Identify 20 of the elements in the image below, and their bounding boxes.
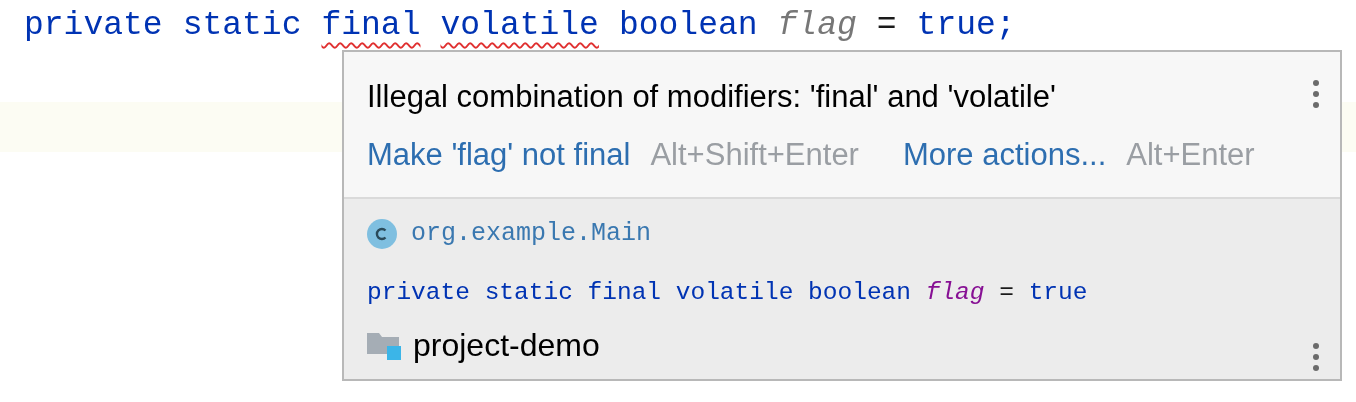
module-name: project-demo: [413, 326, 600, 366]
class-icon: [367, 218, 397, 249]
action-link[interactable]: Make 'flag' not final: [367, 138, 631, 172]
shortcut-hint: Alt+Enter: [1126, 138, 1255, 172]
code-token: private: [24, 6, 163, 46]
code-token: true;: [916, 6, 1016, 46]
code-token: =: [876, 6, 897, 46]
more-options-icon[interactable]: [1312, 80, 1320, 108]
error-message: Illegal combination of modifiers: 'final' and 'volatile': [367, 80, 1056, 114]
more-options-icon[interactable]: [1312, 343, 1320, 371]
code-token: final: [321, 6, 421, 46]
code-token: static: [182, 6, 302, 46]
module-folder-icon: [367, 330, 401, 361]
class-name: org.example.Main: [411, 218, 652, 250]
action-link[interactable]: More actions...: [902, 138, 1107, 172]
declaration-code: private static final volatile boolean flag = true: [367, 277, 1089, 308]
shortcut-hint: Alt+Shift+Enter: [650, 138, 859, 172]
code-token: boolean: [618, 6, 758, 46]
code-token: volatile: [440, 6, 599, 46]
code-token: flag: [777, 6, 857, 46]
